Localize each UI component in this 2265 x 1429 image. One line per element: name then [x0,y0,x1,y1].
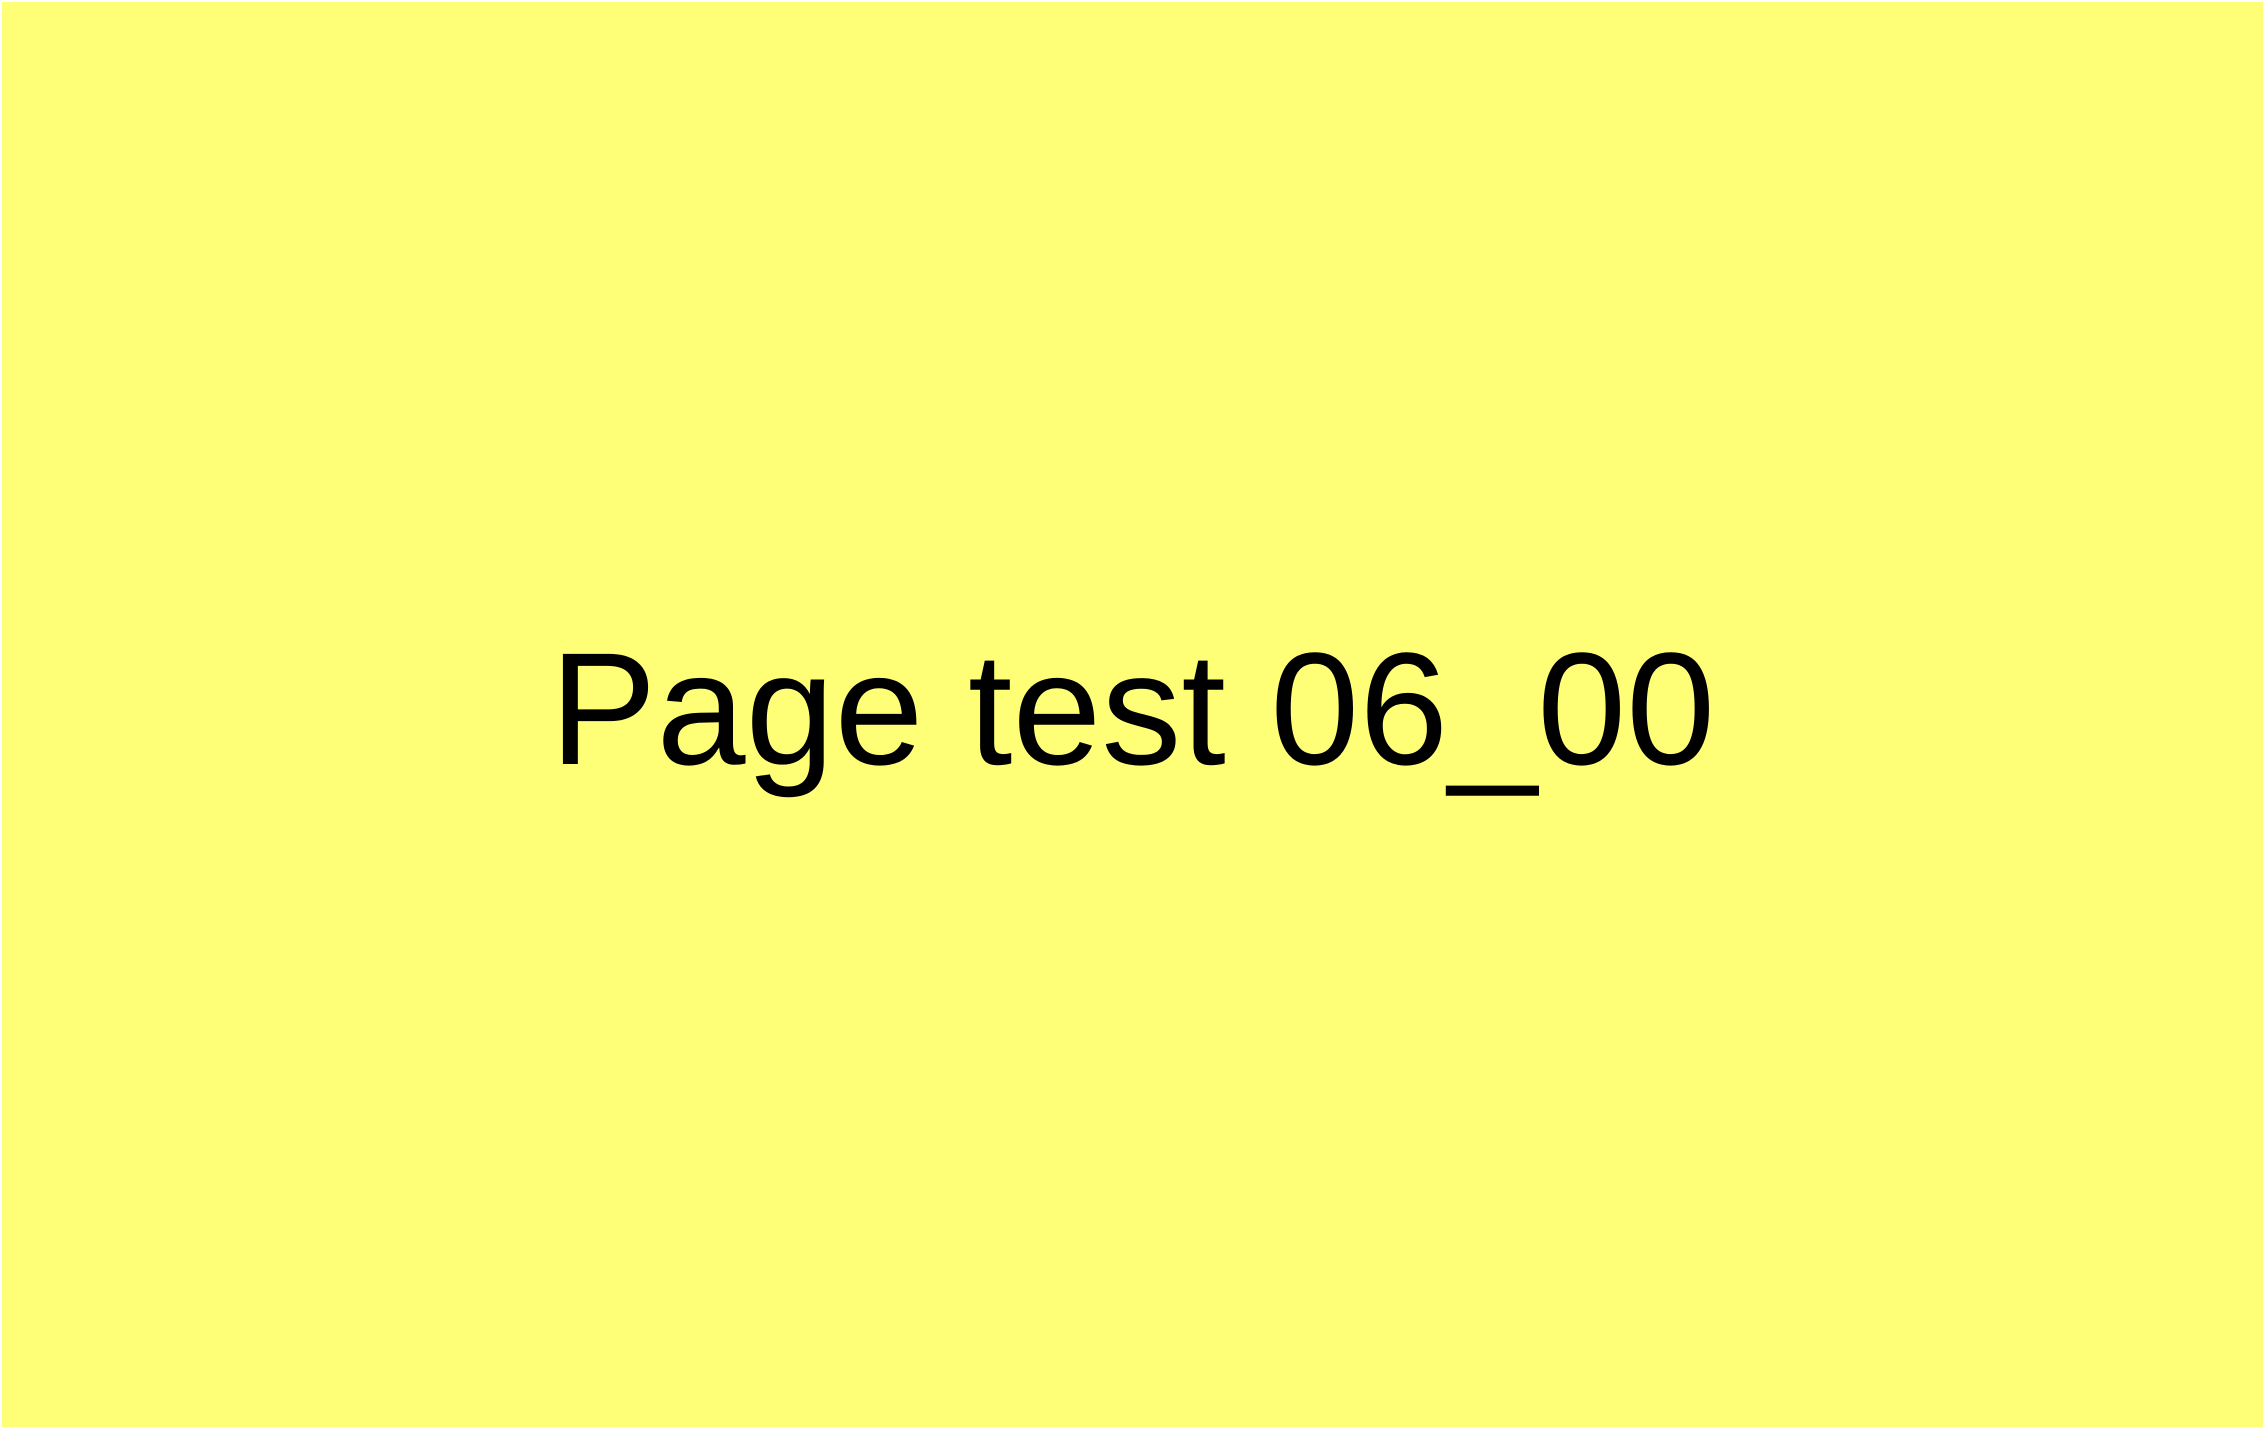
page-label: Page test 06_00 [549,618,1716,798]
test-page: Page test 06_00 [2,2,2263,1427]
